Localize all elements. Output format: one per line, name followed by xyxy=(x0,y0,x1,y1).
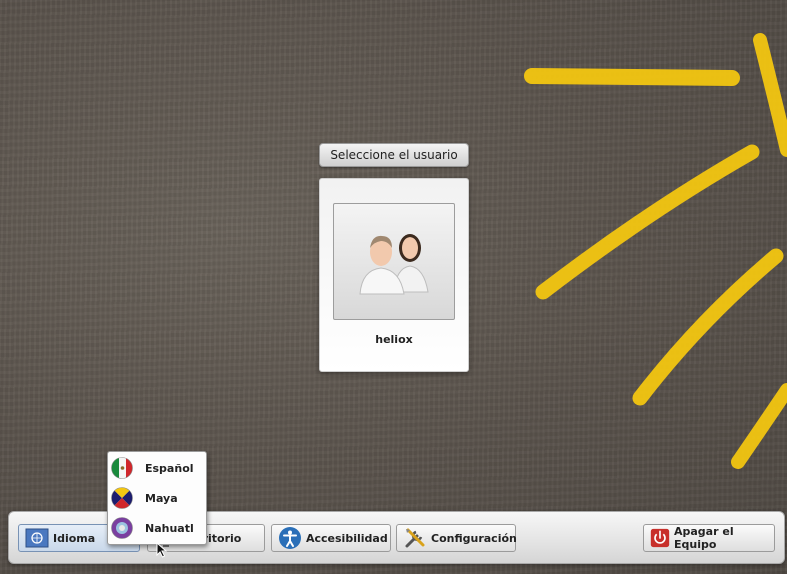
shutdown-button[interactable]: Apagar el Equipo xyxy=(643,524,775,552)
settings-button-label: Configuración xyxy=(431,531,517,545)
nahuatl-flag-icon xyxy=(111,517,133,539)
language-item-espanol[interactable]: Español xyxy=(108,453,206,483)
accessibility-button[interactable]: Accesibilidad xyxy=(271,524,391,552)
language-item-label: Maya xyxy=(145,491,178,505)
user-card-heliox[interactable]: heliox xyxy=(319,178,469,372)
language-item-label: Español xyxy=(145,461,194,475)
settings-button[interactable]: Configuración xyxy=(396,524,517,552)
accessibility-button-label: Accesibilidad xyxy=(306,531,388,545)
tools-icon xyxy=(405,528,425,548)
un-flag-icon xyxy=(25,528,49,548)
mouse-cursor-icon xyxy=(156,542,168,558)
accessibility-icon xyxy=(279,527,301,549)
user-name-label: heliox xyxy=(375,333,413,346)
mexico-flag-icon xyxy=(111,457,133,479)
language-menu: Español Maya Nahuatl xyxy=(107,451,207,545)
select-user-title: Seleccione el usuario xyxy=(319,143,469,167)
shutdown-button-label: Apagar el Equipo xyxy=(674,525,734,551)
language-button-label: Idioma xyxy=(53,531,96,545)
maya-flag-icon xyxy=(111,487,133,509)
language-item-maya[interactable]: Maya xyxy=(108,483,206,513)
users-avatar-icon xyxy=(359,234,429,295)
language-item-nahuatl[interactable]: Nahuatl xyxy=(108,513,206,543)
language-item-label: Nahuatl xyxy=(145,521,194,535)
power-icon xyxy=(650,528,670,548)
user-avatar-box[interactable] xyxy=(333,203,455,320)
